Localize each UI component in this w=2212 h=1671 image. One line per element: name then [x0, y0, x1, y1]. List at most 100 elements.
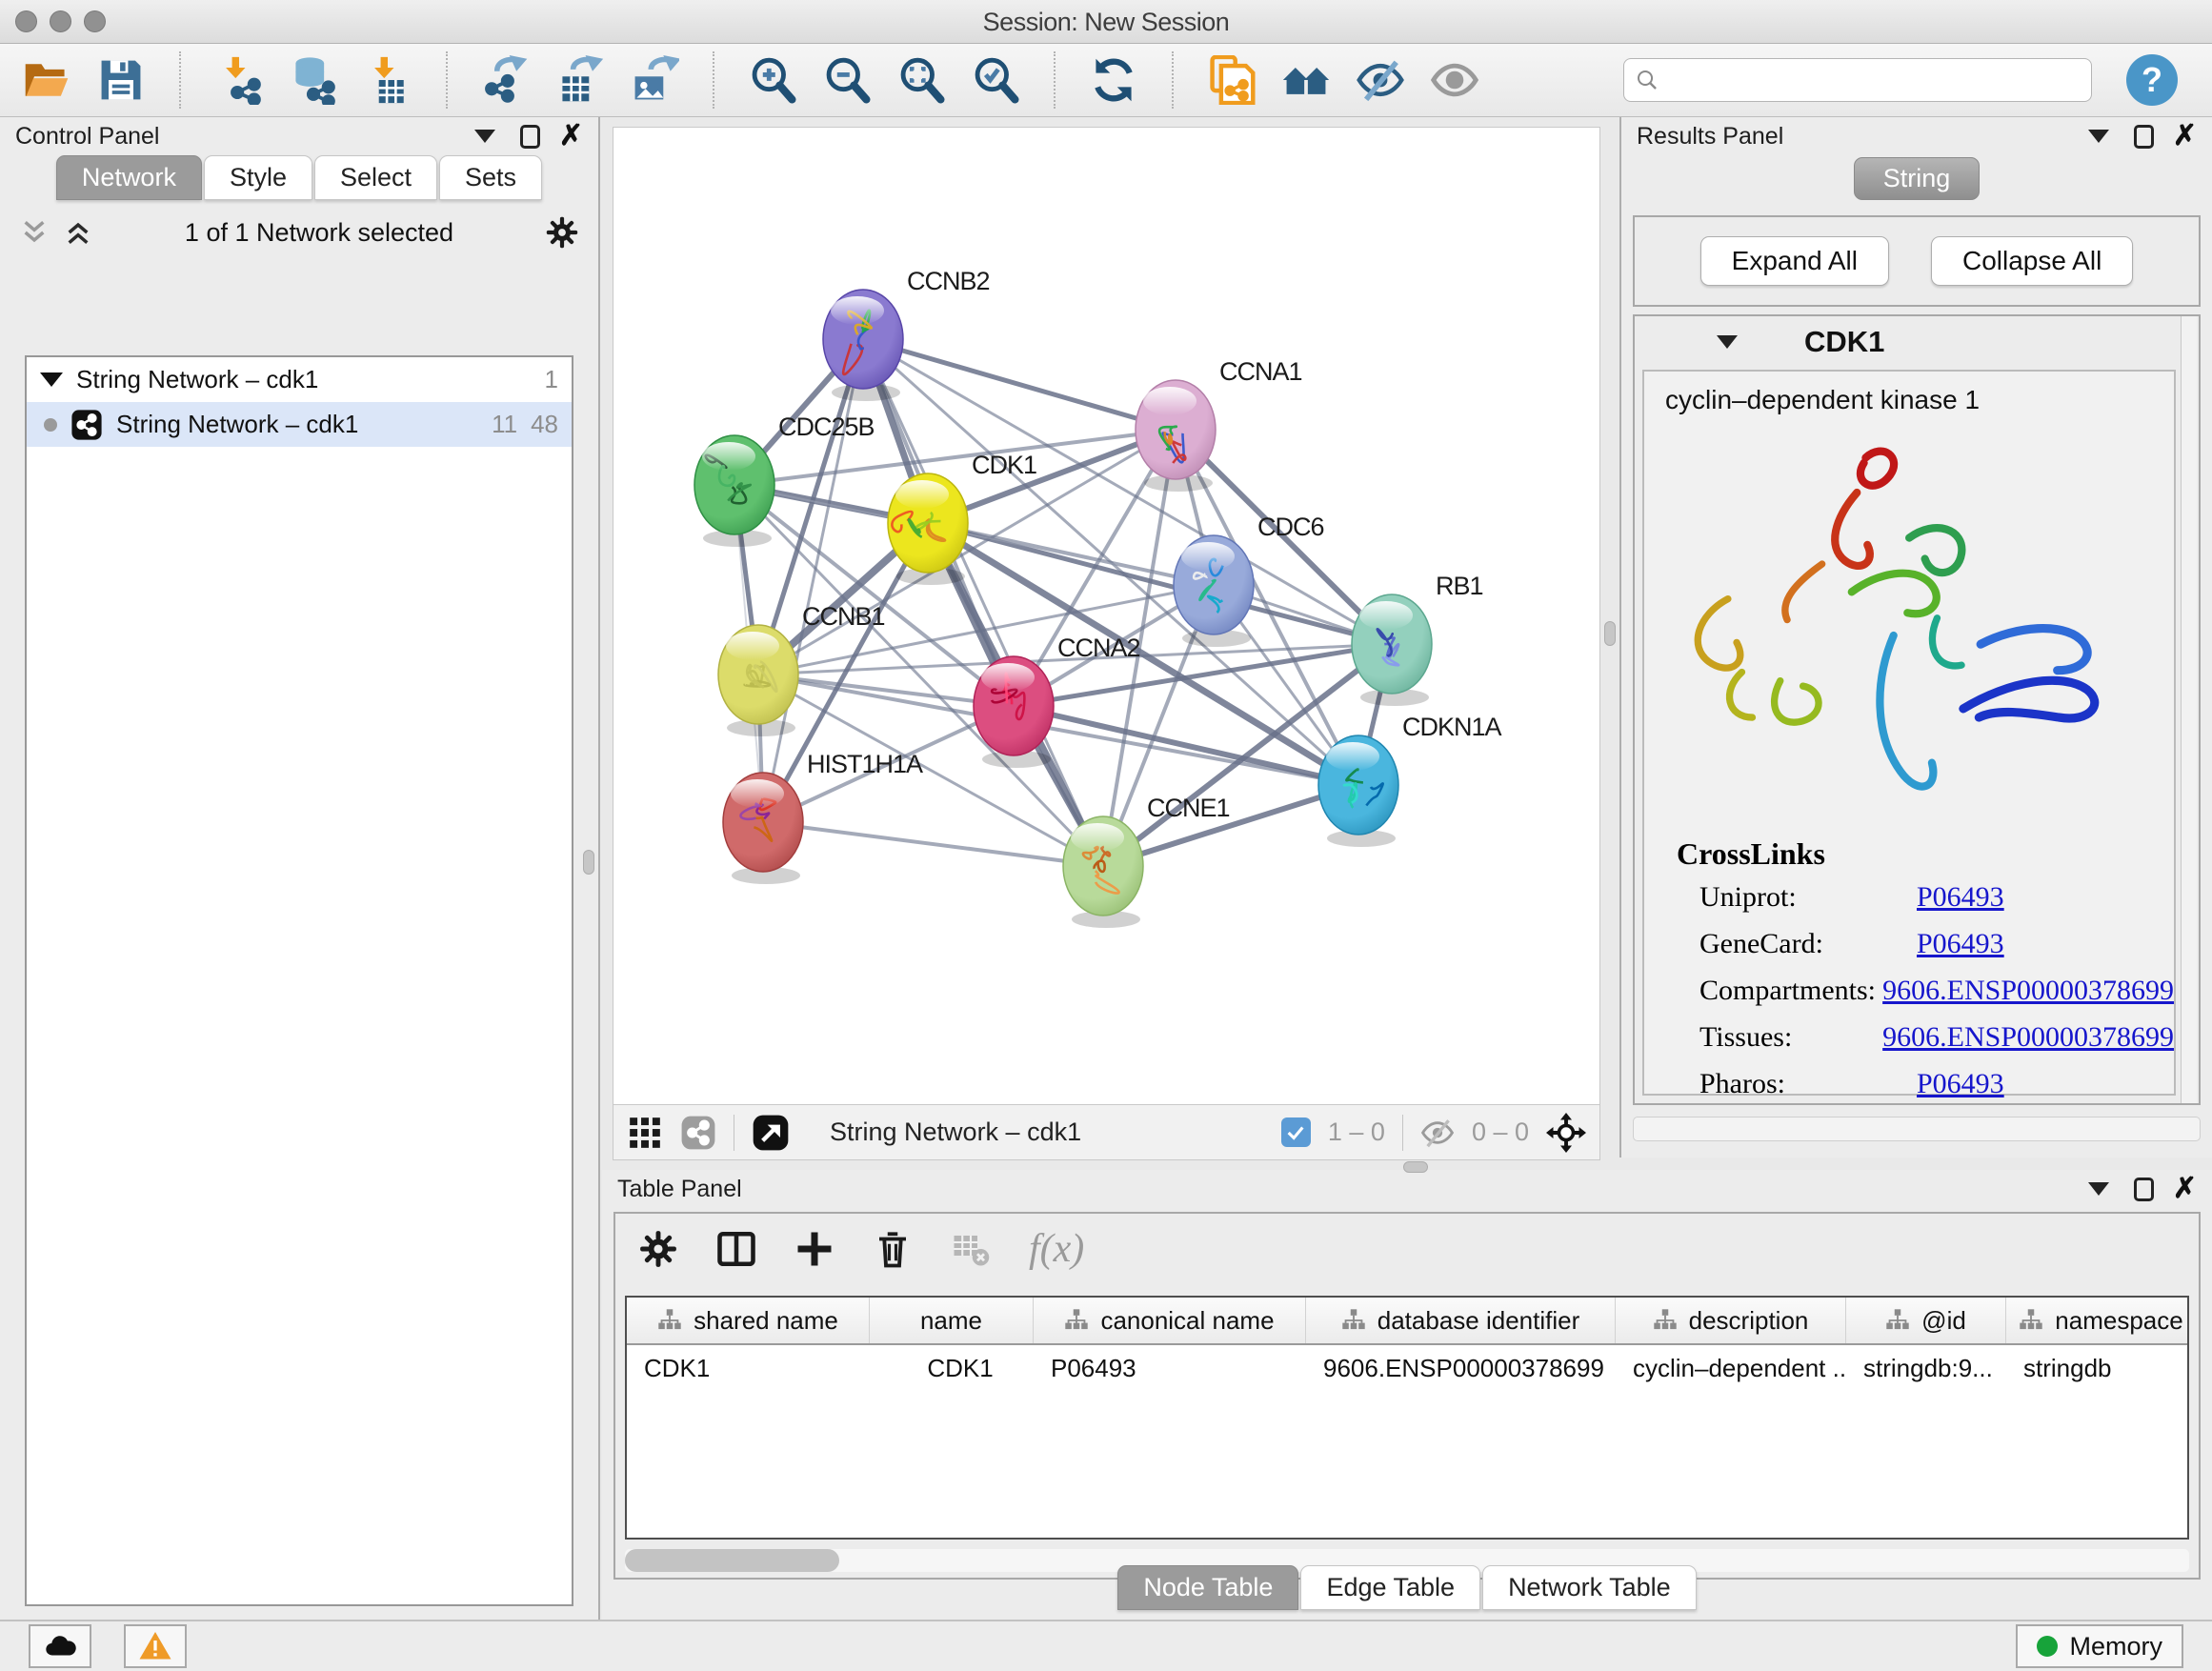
tab-select[interactable]: Select	[314, 155, 437, 200]
cell-database-identifier[interactable]: 9606.ENSP00000378699	[1306, 1345, 1616, 1391]
table-row[interactable]: CDK1CDK1P064939606.ENSP00000378699cyclin…	[627, 1345, 2187, 1391]
node-hist1h1a[interactable]: HIST1H1A	[723, 750, 923, 884]
cell-shared-name[interactable]: CDK1	[627, 1345, 870, 1391]
help-button[interactable]: ?	[2126, 54, 2178, 106]
crosslink-link[interactable]: 9606.ENSP00000378699	[1882, 975, 2174, 1007]
zoom-fit-button[interactable]	[895, 54, 947, 106]
tab-style[interactable]: Style	[204, 155, 312, 200]
gene-section-header[interactable]: CDK1	[1635, 316, 2199, 368]
cell-description[interactable]: cyclin–dependent ...	[1616, 1345, 1846, 1391]
zoom-out-button[interactable]	[821, 54, 873, 106]
edge-cdk1-rb1[interactable]	[928, 523, 1392, 644]
node-rb1[interactable]: RB1	[1352, 572, 1483, 706]
edge-ccnb2-ccna1[interactable]	[863, 339, 1176, 430]
zoom-selected-button[interactable]	[970, 54, 1021, 106]
node-ccnb2[interactable]: CCNB2	[823, 267, 990, 401]
splitter-grip[interactable]	[583, 850, 594, 875]
edge-hist1h1a-ccne1[interactable]	[763, 822, 1103, 866]
cell-@id[interactable]: stringdb:9...	[1846, 1345, 2006, 1391]
node-ccne1[interactable]: CCNE1	[1063, 794, 1230, 928]
panel-dropdown-icon[interactable]	[474, 130, 495, 143]
warnings-button[interactable]	[124, 1624, 187, 1668]
hide-graphics-button[interactable]	[1355, 54, 1406, 106]
cell-namespace[interactable]: stringdb	[2006, 1345, 2189, 1391]
panel-dropdown-icon[interactable]	[2088, 130, 2109, 143]
column-header-@id[interactable]: @id	[1846, 1298, 2006, 1343]
panel-close-icon[interactable]: ✗	[2173, 1175, 2197, 1203]
houses-button[interactable]	[1280, 54, 1332, 106]
results-vertical-scrollbar[interactable]	[2181, 316, 2197, 1103]
tab-edge-table[interactable]: Edge Table	[1300, 1565, 1480, 1610]
clone-network-button[interactable]	[1206, 54, 1257, 106]
export-image-button[interactable]	[629, 54, 680, 106]
crosslink-link[interactable]: P06493	[1917, 881, 2004, 914]
delete-column-trash-icon[interactable]	[873, 1229, 913, 1269]
zoom-in-button[interactable]	[747, 54, 798, 106]
panel-close-icon[interactable]: ✗	[2173, 122, 2197, 151]
grid-view-icon[interactable]	[627, 1115, 663, 1151]
table-options-gear-icon[interactable]	[638, 1229, 678, 1269]
memory-label: Memory	[2069, 1632, 2162, 1661]
collapse-all-button[interactable]: Collapse All	[1931, 236, 2133, 286]
save-session-button[interactable]	[95, 54, 147, 106]
column-header-canonical-name[interactable]: canonical name	[1034, 1298, 1306, 1343]
search-box[interactable]	[1623, 58, 2092, 102]
network-collection-row[interactable]: String Network – cdk1 1	[27, 357, 572, 402]
collection-expand-icon[interactable]	[40, 372, 63, 387]
cell-canonical-name[interactable]: P06493	[1034, 1345, 1306, 1391]
add-column-icon[interactable]	[794, 1229, 835, 1269]
column-header-database-identifier[interactable]: database identifier	[1306, 1298, 1616, 1343]
tab-string[interactable]: String	[1854, 157, 1981, 200]
column-header-shared-name[interactable]: shared name	[627, 1298, 870, 1343]
crosslink-link[interactable]: P06493	[1917, 928, 2004, 960]
show-graphics-button[interactable]	[1429, 54, 1480, 106]
cloud-button[interactable]	[29, 1624, 91, 1668]
memory-button[interactable]: Memory	[2016, 1624, 2183, 1668]
export-table-button[interactable]	[554, 54, 606, 106]
selected-nodes-checkbox[interactable]	[1281, 1117, 1311, 1147]
panel-dropdown-icon[interactable]	[2088, 1182, 2109, 1196]
network-options-gear-icon[interactable]	[545, 215, 579, 250]
edge-ccna2-cdkn1a[interactable]	[1014, 706, 1358, 785]
import-network-from-database-button[interactable]	[288, 54, 339, 106]
crosslink-label: Pharos:	[1677, 1068, 1917, 1100]
open-session-button[interactable]	[21, 54, 72, 106]
panel-float-icon[interactable]	[2134, 1178, 2154, 1201]
tab-node-table[interactable]: Node Table	[1117, 1565, 1298, 1610]
node-cdkn1a[interactable]: CDKN1A	[1318, 713, 1502, 847]
crosslink-link[interactable]: P06493	[1917, 1068, 2004, 1100]
expand-all-chevron-icon[interactable]	[63, 217, 93, 248]
import-network-from-file-button[interactable]	[213, 54, 265, 106]
tab-network-table[interactable]: Network Table	[1482, 1565, 1697, 1610]
cell-name[interactable]: CDK1	[870, 1345, 1034, 1391]
panel-float-icon[interactable]	[520, 125, 540, 149]
splitter-grip[interactable]	[1403, 1161, 1428, 1173]
tab-network[interactable]: Network	[56, 155, 202, 200]
node-table[interactable]: shared namenamecanonical namedatabase id…	[625, 1296, 2189, 1540]
edge-ccnb2-ccne1[interactable]	[863, 339, 1103, 866]
network-share-icon[interactable]	[680, 1115, 716, 1151]
birdseye-view-icon[interactable]	[752, 1114, 790, 1152]
network-row[interactable]: String Network – cdk1 11 48	[27, 402, 572, 447]
results-horizontal-scrollbar[interactable]	[1633, 1117, 2201, 1141]
refresh-layout-button[interactable]	[1088, 54, 1139, 106]
tab-sets[interactable]: Sets	[439, 155, 542, 200]
pan-crosshair-icon[interactable]	[1546, 1113, 1586, 1153]
splitter-grip[interactable]	[1604, 621, 1616, 646]
crosslink-link[interactable]: 9606.ENSP00000378699	[1882, 1021, 2174, 1054]
column-header-name[interactable]: name	[870, 1298, 1034, 1343]
svg-text:CCNA2: CCNA2	[1057, 634, 1140, 662]
toolbar-right-group: ?	[1623, 54, 2191, 106]
collapse-all-chevron-icon[interactable]	[19, 217, 50, 248]
export-network-button[interactable]	[480, 54, 532, 106]
panel-float-icon[interactable]	[2134, 125, 2154, 149]
column-header-namespace[interactable]: namespace	[2006, 1298, 2189, 1343]
gene-collapse-icon[interactable]	[1717, 335, 1738, 349]
search-input[interactable]	[1668, 65, 2080, 96]
import-table-from-file-button[interactable]	[362, 54, 413, 106]
show-columns-icon[interactable]	[716, 1229, 756, 1269]
network-canvas[interactable]: CCNB2CCNA1CDC25BCDK1CDC6RB1CCNB1CCNA2CDK…	[613, 127, 1600, 1105]
column-header-description[interactable]: description	[1616, 1298, 1846, 1343]
expand-all-button[interactable]: Expand All	[1700, 236, 1889, 286]
panel-close-icon[interactable]: ✗	[559, 122, 583, 151]
